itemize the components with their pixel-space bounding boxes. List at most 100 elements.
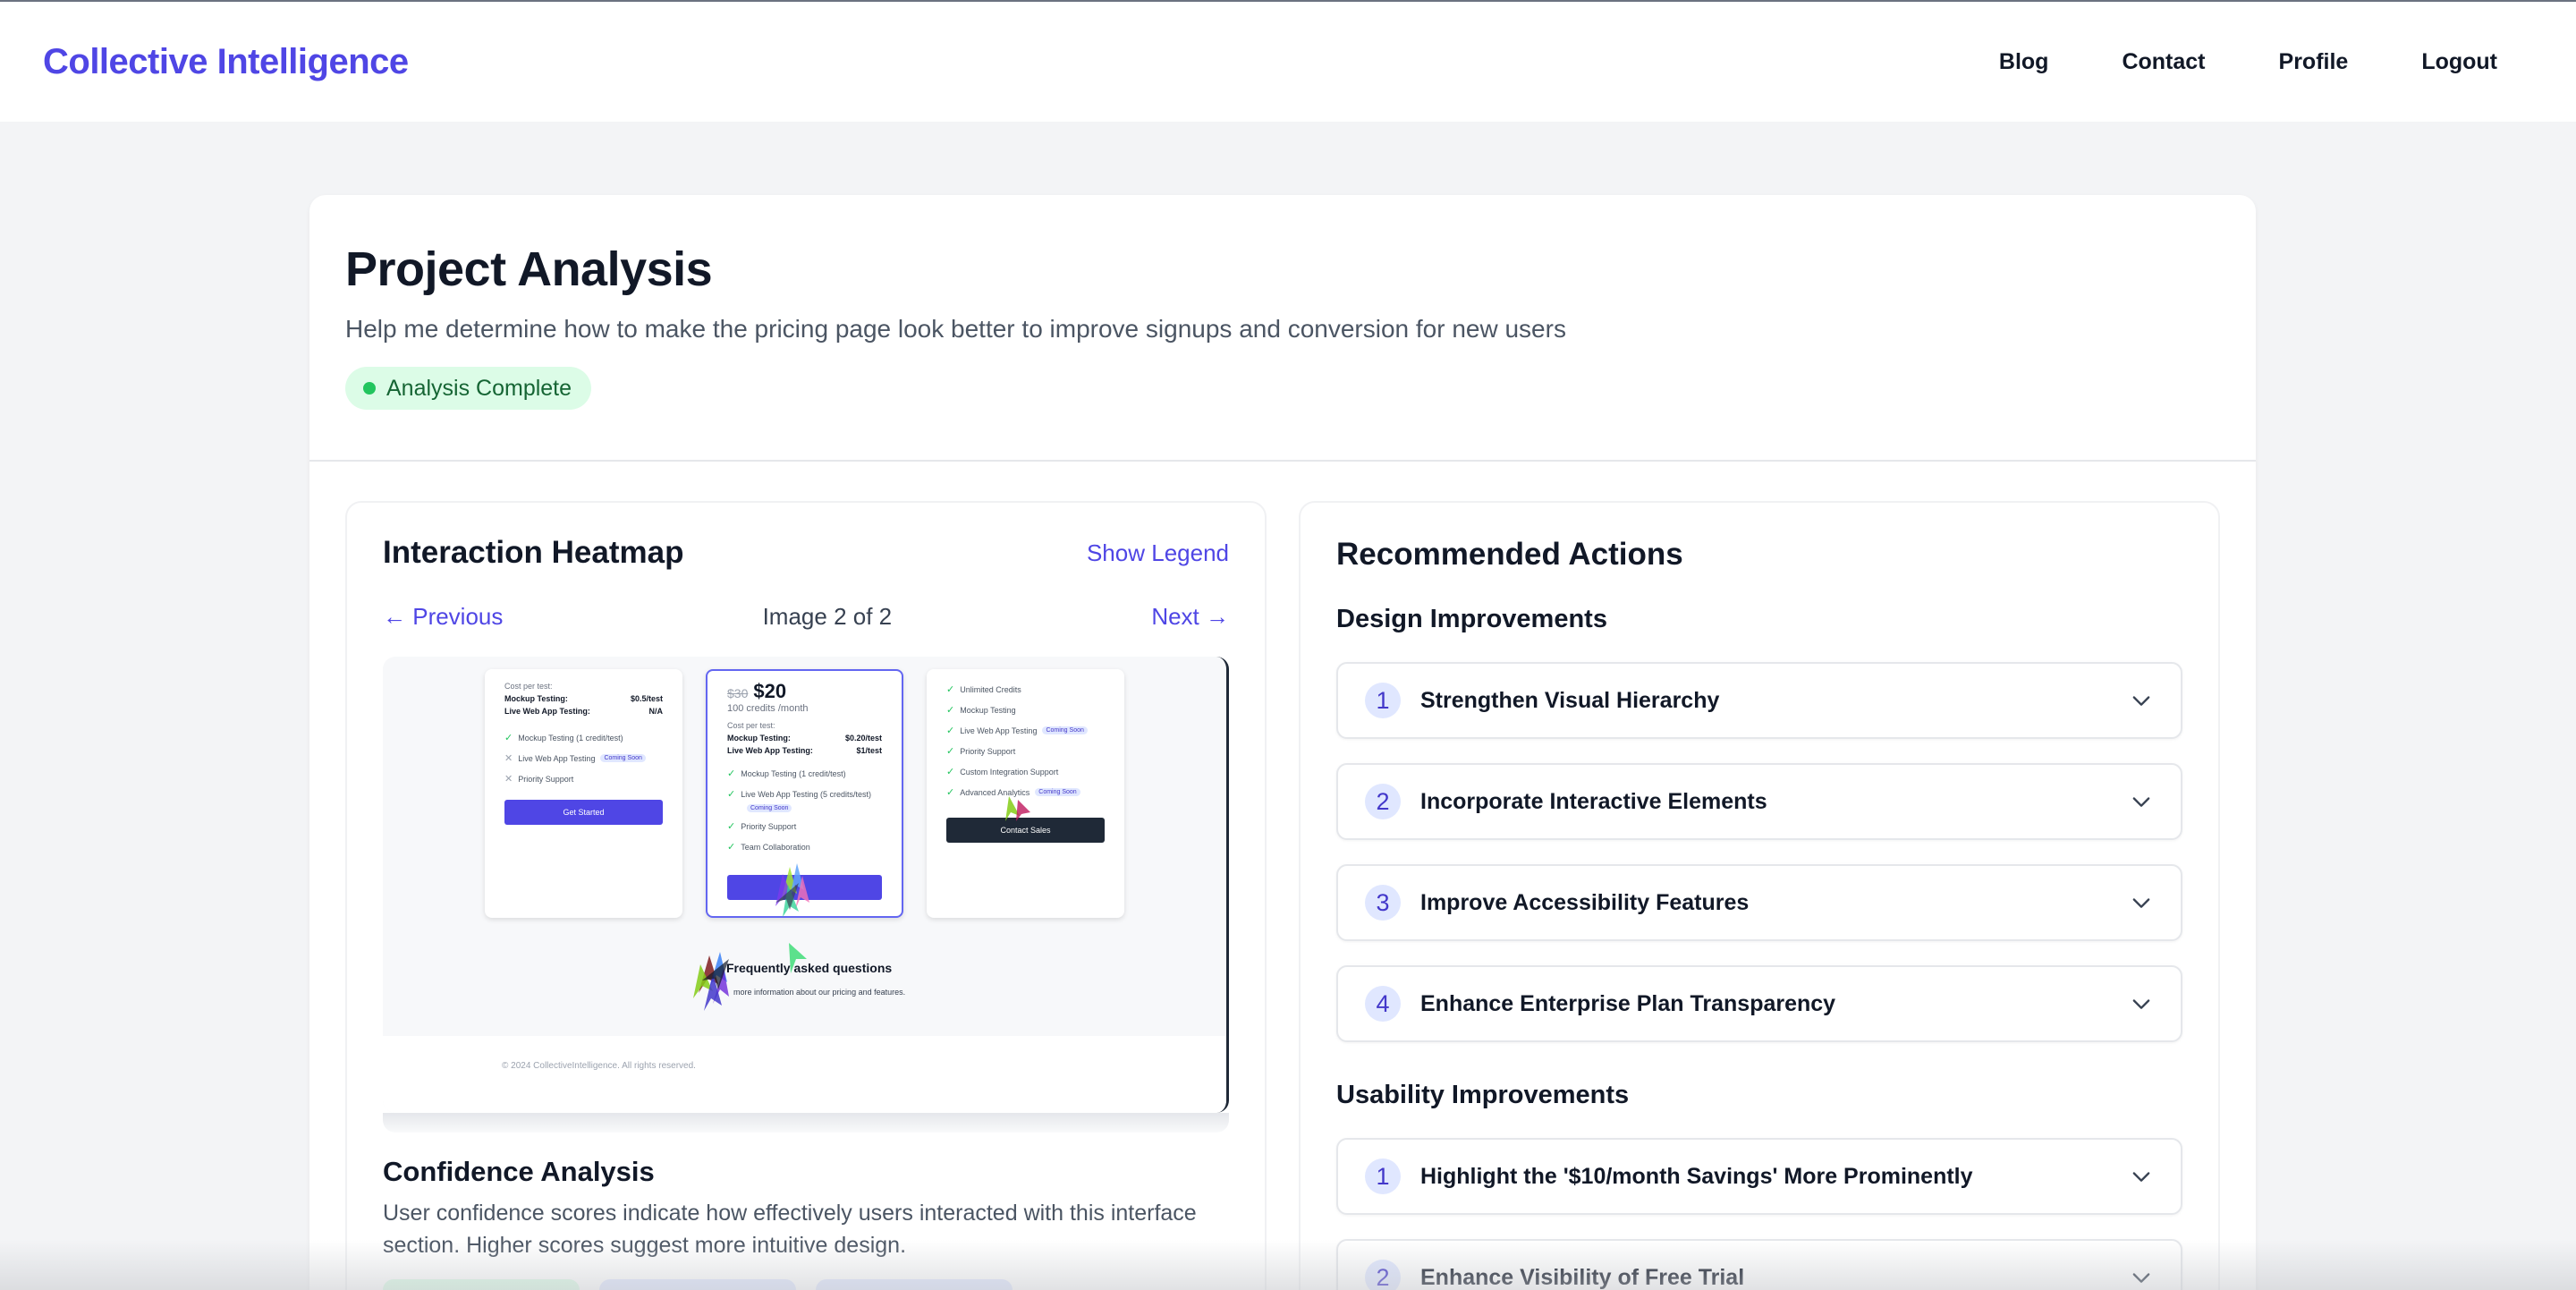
plan-feature: ✓ Team Collaboration — [708, 841, 902, 853]
plan-feature: ✓ Live Web App Testing (5 credits/test) — [708, 788, 902, 800]
feature-label: Live Web App Testing — [960, 726, 1038, 735]
project-description: Help me determine how to make the pricin… — [345, 315, 1566, 343]
feature-label: Mockup Testing (1 credit/test) — [518, 733, 623, 743]
previous-image-button[interactable]: ← Previous — [383, 603, 503, 631]
feature-label: Mockup Testing — [960, 705, 1016, 715]
feature-label: Mockup Testing (1 credit/test) — [741, 768, 846, 778]
page-title: Project Analysis — [345, 242, 713, 296]
action-number: 1 — [1365, 1158, 1401, 1194]
heatmap-title: Interaction Heatmap — [383, 535, 684, 570]
design-action-1[interactable]: 1 Strengthen Visual Hierarchy — [1336, 662, 2182, 739]
chevron-down-icon — [2132, 999, 2150, 1009]
coming-soon-row: Coming Soon — [708, 802, 902, 812]
usability-action-1[interactable]: 1 Highlight the '$10/month Savings' More… — [1336, 1138, 2182, 1215]
feature-label: Live Web App Testing — [518, 753, 596, 763]
action-label: Enhance Visibility of Free Trial — [1420, 1264, 1745, 1290]
image-pager: ← Previous Image 2 of 2 Next → — [383, 603, 1229, 631]
nav-logout[interactable]: Logout — [2421, 49, 2497, 75]
price-line: $30 $20 — [708, 680, 902, 703]
cost-row: Mockup Testing: $0.20/test — [708, 734, 902, 743]
design-action-2[interactable]: 2 Incorporate Interactive Elements — [1336, 763, 2182, 840]
old-price: $30 — [727, 686, 749, 700]
status-dot-icon — [363, 382, 376, 395]
usability-action-2[interactable]: 2 Enhance Visibility of Free Trial — [1336, 1239, 2182, 1290]
coming-soon-tag: Coming Soon — [1035, 788, 1080, 796]
feature-label: Priority Support — [960, 746, 1016, 756]
cost-row-label: Live Web App Testing: — [727, 746, 813, 755]
plan-feature: ✓ Live Web App Testing Coming Soon — [927, 725, 1124, 736]
check-icon: ✓ — [946, 767, 955, 777]
feature-label: Live Web App Testing (5 credits/test) — [741, 789, 871, 799]
current-price: $20 — [753, 680, 787, 702]
cursor-cluster-icon — [1005, 796, 1030, 821]
heatmap-panel: Interaction Heatmap Show Legend ← Previo… — [345, 501, 1267, 1290]
cost-row: Live Web App Testing: $1/test — [708, 746, 902, 755]
cost-row: Mockup Testing: $0.5/test — [485, 694, 682, 703]
plan-feature: ✓ Mockup Testing (1 credit/test) — [485, 732, 682, 743]
get-started-button: Get Started — [504, 800, 663, 825]
plan-feature: ✓ Priority Support — [927, 745, 1124, 757]
chevron-down-icon — [2132, 1273, 2150, 1283]
confidence-title: Confidence Analysis — [383, 1156, 655, 1187]
action-number: 4 — [1365, 986, 1401, 1022]
screenshot-footer — [383, 1036, 1226, 1113]
confidence-chip — [383, 1279, 580, 1290]
check-icon: ✓ — [946, 705, 955, 716]
cross-icon: ✕ — [504, 753, 513, 764]
design-action-4[interactable]: 4 Enhance Enterprise Plan Transparency — [1336, 965, 2182, 1042]
copyright-text: © 2024 CollectiveIntelligence. All right… — [502, 1061, 696, 1071]
feature-label: Priority Support — [741, 821, 797, 831]
plan-feature: ✕ Live Web App Testing Coming Soon — [485, 752, 682, 764]
check-icon: ✓ — [946, 684, 955, 695]
nav-blog[interactable]: Blog — [1999, 49, 2049, 75]
chevron-down-icon — [2132, 797, 2150, 807]
confidence-scores — [383, 1279, 1013, 1290]
check-icon: ✓ — [727, 842, 736, 853]
nav-contact[interactable]: Contact — [2122, 49, 2205, 75]
next-image-button[interactable]: Next → — [1151, 603, 1229, 631]
recommendations-title: Recommended Actions — [1336, 537, 1683, 572]
check-icon: ✓ — [946, 787, 955, 798]
credits-label: 100 credits /month — [727, 703, 809, 714]
design-improvements-title: Design Improvements — [1336, 605, 1607, 633]
cost-row-label: Live Web App Testing: — [504, 707, 590, 716]
cost-row-label: Mockup Testing: — [504, 694, 568, 703]
show-legend-button[interactable]: Show Legend — [1087, 539, 1229, 567]
plan-feature: ✓ Unlimited Credits — [927, 683, 1124, 695]
design-action-3[interactable]: 3 Improve Accessibility Features — [1336, 864, 2182, 941]
check-icon: ✓ — [504, 733, 513, 743]
project-header: Project Analysis Help me determine how t… — [309, 195, 2256, 462]
action-number: 2 — [1365, 784, 1401, 819]
feature-label: Custom Integration Support — [960, 767, 1059, 777]
feature-label: Unlimited Credits — [960, 684, 1021, 694]
action-label: Enhance Enterprise Plan Transparency — [1420, 990, 1836, 1016]
action-number: 3 — [1365, 885, 1401, 921]
confidence-chip — [599, 1279, 796, 1290]
nav-profile[interactable]: Profile — [2279, 49, 2349, 75]
cursor-cluster-icon — [775, 863, 809, 917]
plan-card-basic: Cost per test: Mockup Testing: $0.5/test … — [485, 669, 682, 918]
action-label: Improve Accessibility Features — [1420, 889, 1750, 915]
plan-feature: ✓ Custom Integration Support — [927, 766, 1124, 777]
heatmap-image[interactable]: Cost per test: Mockup Testing: $0.5/test … — [383, 657, 1229, 1113]
cost-label: Cost per test: — [504, 682, 553, 691]
check-icon: ✓ — [727, 789, 736, 800]
cost-label: Cost per test: — [727, 721, 775, 730]
coming-soon-tag: Coming Soon — [600, 754, 646, 762]
feature-label: Team Collaboration — [741, 842, 810, 852]
feature-label: Priority Support — [518, 774, 574, 784]
check-icon: ✓ — [946, 746, 955, 757]
cost-row: Live Web App Testing: N/A — [485, 707, 682, 716]
heatmap-scroll-shadow — [383, 1113, 1229, 1133]
check-icon: ✓ — [946, 726, 955, 736]
status-badge: Analysis Complete — [345, 367, 592, 410]
cost-row-label: Mockup Testing: — [727, 734, 791, 743]
coming-soon-tag: Coming Soon — [1042, 726, 1088, 734]
cursor-arrow-icon — [789, 943, 807, 973]
top-navbar: Collective Intelligence Blog Contact Pro… — [0, 0, 2576, 122]
brand-logo[interactable]: Collective Intelligence — [43, 42, 409, 82]
cost-row-value: $0.5/test — [630, 694, 663, 703]
recommendations-panel: Recommended Actions Design Improvements … — [1299, 501, 2220, 1290]
plan-feature: ✓ Priority Support — [708, 820, 902, 832]
action-number: 2 — [1365, 1260, 1401, 1290]
